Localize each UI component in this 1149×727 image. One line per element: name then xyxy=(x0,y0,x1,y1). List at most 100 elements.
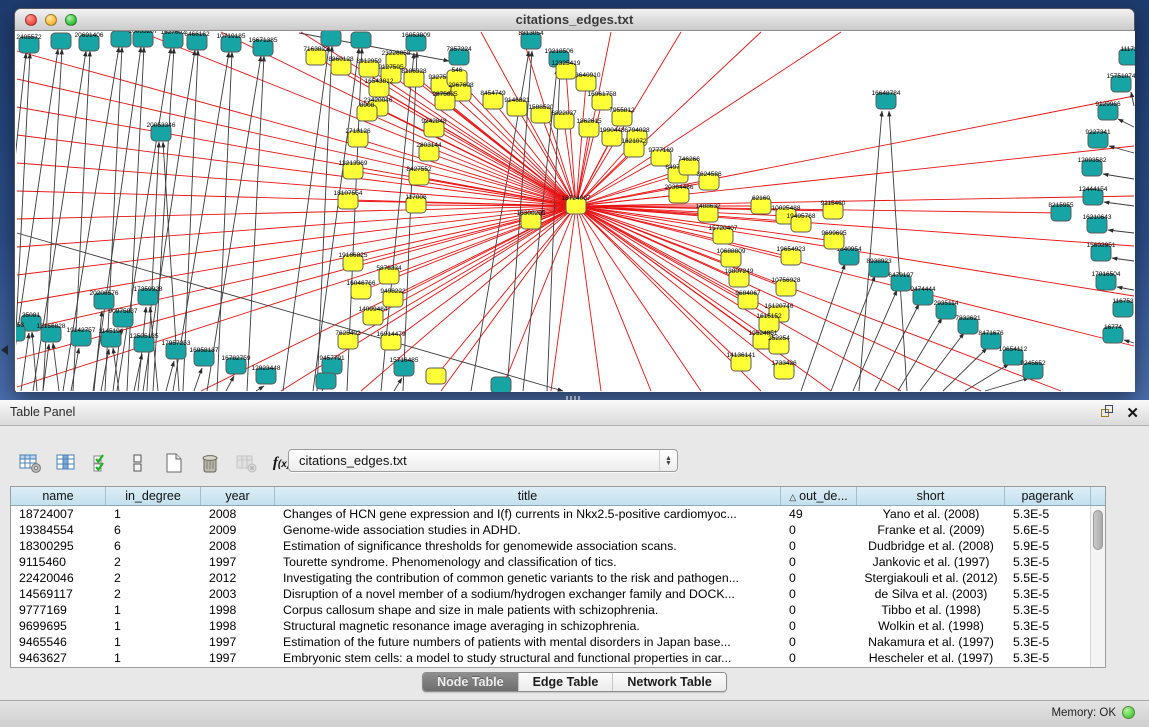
column-header-title[interactable]: title xyxy=(275,487,781,505)
graph-node[interactable]: 9457791 xyxy=(319,355,345,374)
table-selector-dropdown[interactable]: citations_edges.txt ▲▼ xyxy=(288,449,678,472)
cell-in_degree[interactable]: 6 xyxy=(106,522,201,538)
cell-year[interactable]: 1998 xyxy=(201,618,275,634)
graph-node[interactable] xyxy=(316,373,336,389)
cell-short[interactable]: Jankovic et al. (1997) xyxy=(857,554,1005,570)
graph-node[interactable]: 7955812 xyxy=(609,107,635,126)
cell-out_de[interactable]: 0 xyxy=(781,522,857,538)
graph-node[interactable]: 1733426 xyxy=(771,360,797,379)
graph-node[interactable]: 9115460 xyxy=(821,200,846,219)
cell-short[interactable]: Stergiakouli et al. (2012) xyxy=(857,570,1005,586)
graph-node[interactable]: 1488632 xyxy=(695,203,721,222)
table-row[interactable]: 1456911722003Disruption of a novel membe… xyxy=(11,586,1105,602)
delete-icon[interactable] xyxy=(196,450,223,477)
graph-node[interactable]: 2405572 xyxy=(16,34,42,53)
graph-node[interactable]: 10719185 xyxy=(217,33,246,52)
graph-node[interactable]: 9684067 xyxy=(735,290,761,309)
close-icon[interactable]: ✕ xyxy=(1126,406,1139,422)
cell-out_de[interactable]: 0 xyxy=(781,618,857,634)
graph-node[interactable]: 15720407 xyxy=(709,225,738,244)
graph-node[interactable]: 20053346 xyxy=(147,122,176,141)
graph-node[interactable]: 8454749 xyxy=(480,90,506,109)
graph-node[interactable]: 14136141 xyxy=(727,352,756,371)
cell-pagerank[interactable]: 5.3E-5 xyxy=(1005,506,1091,522)
cell-pagerank[interactable]: 5.9E-5 xyxy=(1005,538,1091,554)
cell-name[interactable]: 18724007 xyxy=(11,506,106,522)
graph-node[interactable]: 19495768 xyxy=(787,213,816,232)
window-titlebar[interactable]: citations_edges.txt xyxy=(15,9,1134,31)
graph-node[interactable]: 117006 xyxy=(405,194,427,213)
graph-node[interactable]: 20364486 xyxy=(665,184,694,203)
cell-pagerank[interactable]: 5.3E-5 xyxy=(1005,650,1091,666)
cell-title[interactable]: Disruption of a novel member of a sodium… xyxy=(275,586,781,602)
cell-name[interactable]: 9777169 xyxy=(11,602,106,618)
tab-edge-table[interactable]: Edge Table xyxy=(519,673,614,691)
tab-network-table[interactable]: Network Table xyxy=(613,673,726,691)
cell-in_degree[interactable]: 1 xyxy=(106,506,201,522)
cell-in_degree[interactable]: 1 xyxy=(106,602,201,618)
graph-node[interactable]: 8908 xyxy=(357,102,377,121)
cell-in_degree[interactable]: 1 xyxy=(106,618,201,634)
cell-pagerank[interactable]: 5.6E-5 xyxy=(1005,522,1091,538)
column-header-short[interactable]: short xyxy=(857,487,1005,505)
cell-name[interactable]: 9115460 xyxy=(11,554,106,570)
memory-indicator[interactable]: Memory: OK xyxy=(1051,706,1135,719)
graph-node[interactable]: 62160 xyxy=(751,195,771,214)
graph-node[interactable]: 9242848 xyxy=(421,118,447,137)
table-row[interactable]: 1872400712008Changes of HCN gene express… xyxy=(11,506,1105,522)
cell-pagerank[interactable]: 5.3E-5 xyxy=(1005,618,1091,634)
cell-pagerank[interactable]: 5.3E-5 xyxy=(1005,586,1091,602)
graph-node[interactable]: 1145194 xyxy=(99,328,124,347)
graph-node[interactable] xyxy=(491,377,511,392)
graph-node[interactable]: 15692951 xyxy=(1087,242,1116,261)
table-row[interactable]: 1830029562008Estimation of significance … xyxy=(11,538,1105,554)
cell-title[interactable]: Estimation of significance thresholds fo… xyxy=(275,538,781,554)
cell-in_degree[interactable]: 6 xyxy=(106,538,201,554)
cell-title[interactable]: Corpus callosum shape and size in male p… xyxy=(275,602,781,618)
cell-year[interactable]: 1997 xyxy=(201,554,275,570)
cell-name[interactable]: 9463627 xyxy=(11,650,106,666)
cell-pagerank[interactable]: 5.3E-5 xyxy=(1005,634,1091,650)
graph-node[interactable]: 16914479 xyxy=(377,331,406,350)
cell-year[interactable]: 2003 xyxy=(201,586,275,602)
cell-name[interactable]: 18300295 xyxy=(11,538,106,554)
cell-pagerank[interactable]: 5.3E-5 xyxy=(1005,554,1091,570)
graph-node[interactable]: 1588520 xyxy=(528,104,554,123)
graph-node[interactable]: 12093582 xyxy=(1078,157,1107,176)
cell-short[interactable]: Wolkin et al. (1998) xyxy=(857,618,1005,634)
graph-node[interactable]: 12444154 xyxy=(1079,186,1108,205)
graph-node[interactable] xyxy=(51,33,71,49)
graph-node[interactable]: 10688809 xyxy=(717,248,746,267)
show-columns-icon[interactable] xyxy=(52,450,79,477)
cell-short[interactable]: Tibbo et al. (1998) xyxy=(857,602,1005,618)
graph-node[interactable]: 16053809 xyxy=(402,32,431,51)
cell-in_degree[interactable]: 2 xyxy=(106,554,201,570)
network-canvas[interactable]: 2405572206914061005528715276026466162107… xyxy=(16,31,1135,392)
cell-pagerank[interactable]: 5.5E-5 xyxy=(1005,570,1091,586)
cell-year[interactable]: 2009 xyxy=(201,522,275,538)
cell-out_de[interactable]: 0 xyxy=(781,586,857,602)
column-header-in_degree[interactable]: in_degree xyxy=(106,487,201,505)
graph-node[interactable]: 16671385 xyxy=(249,37,278,56)
cell-year[interactable]: 2008 xyxy=(201,506,275,522)
graph-node[interactable]: 16648784 xyxy=(872,90,901,109)
graph-node[interactable]: 8215955 xyxy=(1048,202,1074,221)
graph-node[interactable]: 7625402 xyxy=(335,330,361,349)
graph-node[interactable]: 14099484 xyxy=(359,306,388,325)
graph-node[interactable]: 18107554 xyxy=(334,190,363,209)
select-columns-icon[interactable] xyxy=(88,450,115,477)
graph-node[interactable]: 16210643 xyxy=(1083,214,1112,233)
cell-in_degree[interactable]: 2 xyxy=(106,586,201,602)
cell-out_de[interactable]: 49 xyxy=(781,506,857,522)
graph-node[interactable]: 6466162 xyxy=(184,31,210,50)
table-row[interactable]: 911546021997Tourette syndrome. Phenomeno… xyxy=(11,554,1105,570)
cell-name[interactable]: 9465546 xyxy=(11,634,106,650)
graph-node[interactable]: 3624586 xyxy=(696,171,722,190)
graph-node[interactable]: 19142757 xyxy=(67,327,96,346)
cell-short[interactable]: Franke et al. (2009) xyxy=(857,522,1005,538)
graph-node[interactable]: 16543812 xyxy=(365,78,394,97)
new-document-icon[interactable] xyxy=(160,450,187,477)
cell-title[interactable]: Genome-wide association studies in ADHD. xyxy=(275,522,781,538)
graph-node[interactable]: 16774 xyxy=(1103,324,1123,343)
table-row[interactable]: 946362711997Embryonic stem cells: a mode… xyxy=(11,650,1105,666)
